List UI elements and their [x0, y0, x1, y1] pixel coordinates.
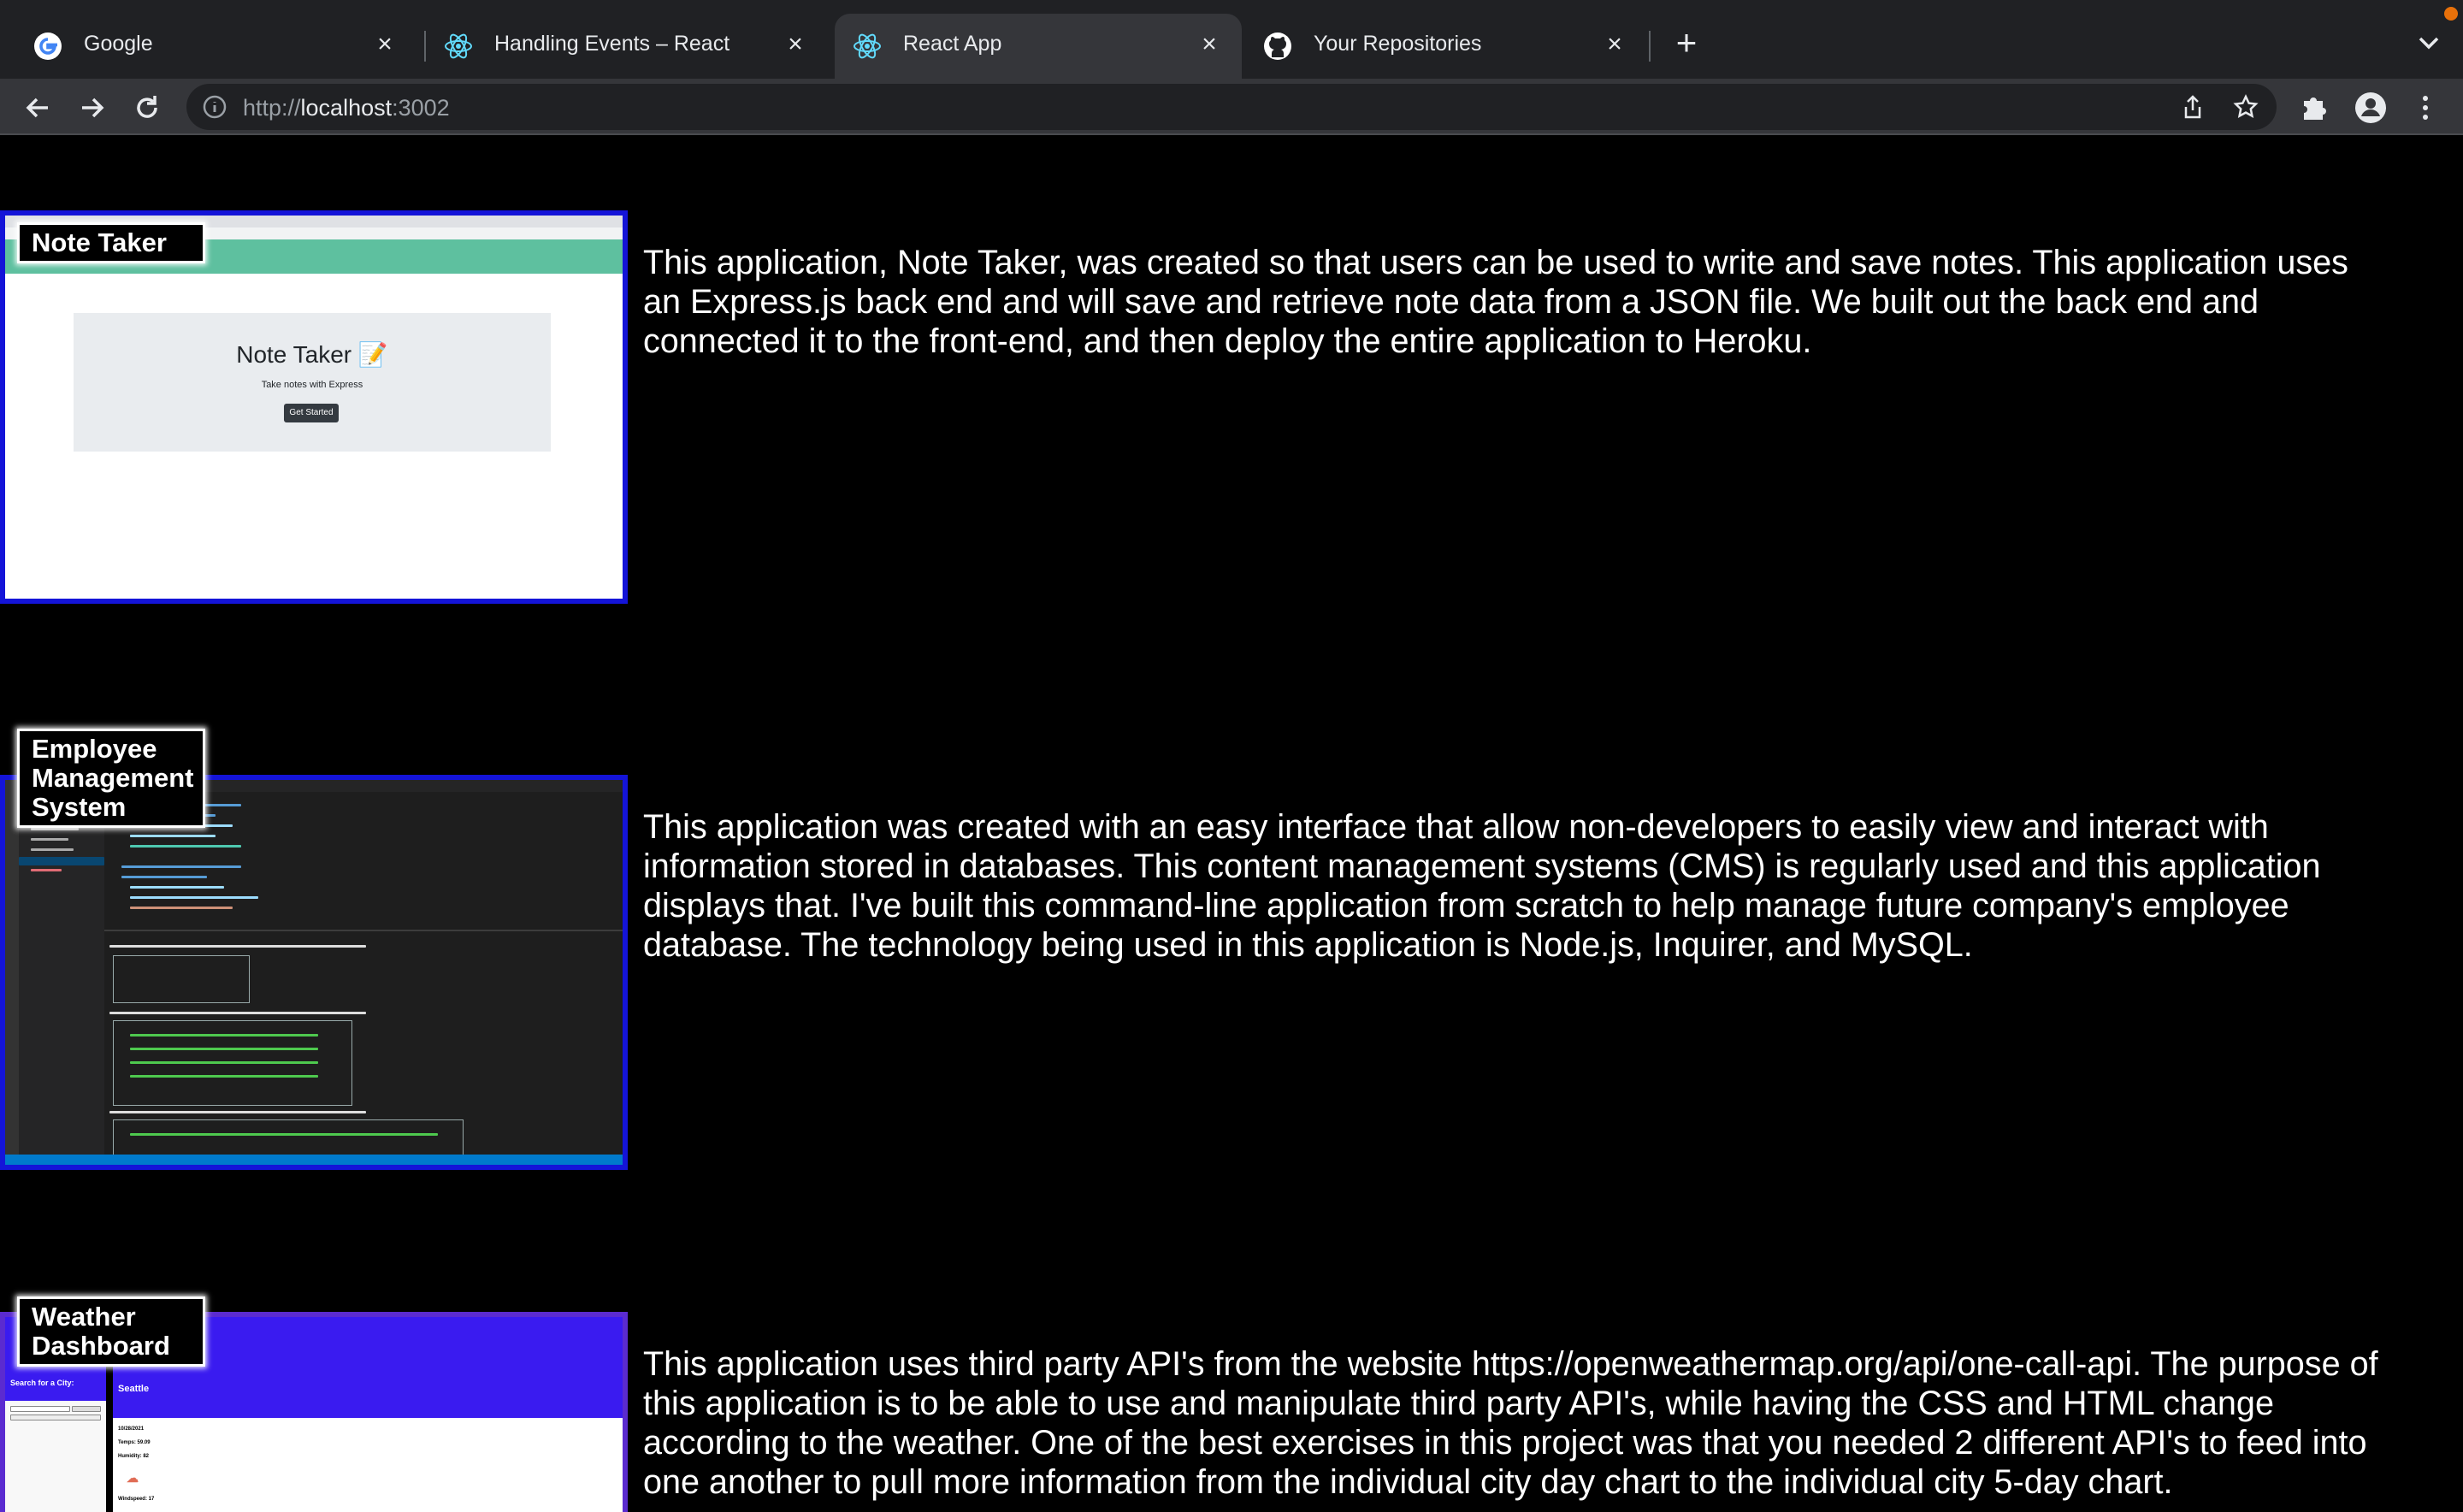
reload-icon[interactable] [128, 89, 166, 127]
project-description: This application was created with an eas… [643, 808, 2321, 964]
close-icon[interactable]: × [1194, 29, 1225, 60]
project-title-badge: Employee Management System [17, 729, 205, 828]
url-text: http://localhost:3002 [243, 95, 450, 121]
tab-separator [1649, 31, 1651, 62]
preview-city-card: Seattle 10/28/2021 Temps: 59.09 Humidity… [108, 1367, 623, 1512]
recording-indicator [2444, 7, 2458, 21]
preview-search-label: Search for a City: [5, 1367, 106, 1401]
preview-subtitle: Take notes with Express [261, 380, 363, 390]
preview-search-panel: Search for a City: [5, 1367, 108, 1512]
project-description: This application uses third party API's … [643, 1345, 2378, 1501]
preview-file-explorer [19, 780, 104, 1155]
star-icon[interactable] [2232, 93, 2259, 121]
close-icon[interactable]: × [780, 29, 811, 60]
forward-arrow-icon[interactable] [74, 89, 111, 127]
tab-react-app[interactable]: React App × [835, 14, 1242, 79]
profile-avatar-icon[interactable] [2352, 89, 2389, 127]
github-icon [1264, 32, 1291, 60]
extensions-puzzle-icon[interactable] [2295, 89, 2333, 127]
project-screenshot[interactable] [0, 775, 628, 1170]
preview-status-bar [5, 1155, 623, 1165]
project-description: This application, Note Taker, was create… [643, 244, 2348, 360]
tab-your-repositories[interactable]: Your Repositories × [1245, 14, 1647, 79]
address-bar[interactable]: http://localhost:3002 [186, 84, 2277, 130]
preview-jumbotron: Note Taker 📝 Take notes with Express Get… [74, 313, 551, 452]
project-title-badge: Weather Dashboard [17, 1296, 205, 1367]
back-arrow-icon[interactable] [19, 89, 56, 127]
browser-tab-bar: Google × Handling Events – React × React… [0, 0, 2463, 79]
tab-google[interactable]: Google × [15, 14, 417, 79]
preview-wind: Windspeed: 17 [118, 1497, 155, 1502]
chevron-down-icon[interactable] [2412, 26, 2446, 60]
tab-title: Your Repositories [1314, 32, 1482, 56]
share-icon[interactable] [2179, 93, 2206, 121]
tab-title: Handling Events – React [494, 32, 730, 56]
tab-handling-events[interactable]: Handling Events – React × [426, 14, 828, 79]
react-icon [445, 33, 472, 59]
preview-title: Note Taker 📝 [236, 341, 388, 368]
react-icon [853, 33, 881, 59]
vscode-preview [5, 780, 623, 1165]
close-icon[interactable]: × [1599, 29, 1630, 60]
note-taker-preview: Note Taker 📝 Take notes with Express Get… [5, 216, 623, 599]
info-icon[interactable] [202, 94, 227, 120]
weather-icon: ☁ [127, 1471, 139, 1485]
google-icon [34, 32, 62, 60]
project-title-badge: Note Taker [17, 222, 205, 263]
preview-terminal [104, 930, 623, 1157]
project-screenshot[interactable]: Note Taker 📝 Take notes with Express Get… [0, 210, 628, 604]
browser-toolbar: http://localhost:3002 [0, 79, 2463, 135]
preview-activity-bar [5, 780, 19, 1155]
kebab-menu-icon[interactable] [2407, 89, 2444, 127]
new-tab-button[interactable]: + [1668, 25, 1705, 63]
tab-title: React App [903, 32, 1002, 56]
close-icon[interactable]: × [369, 29, 400, 60]
preview-get-started-button: Get Started [284, 404, 339, 422]
preview-temp: Temps: 59.09 [118, 1440, 151, 1445]
preview-city-name: Seattle [113, 1367, 623, 1418]
preview-date: 10/28/2021 [118, 1426, 145, 1432]
preview-humidity: Humidity: 82 [118, 1454, 150, 1459]
tab-title: Google [84, 32, 153, 56]
